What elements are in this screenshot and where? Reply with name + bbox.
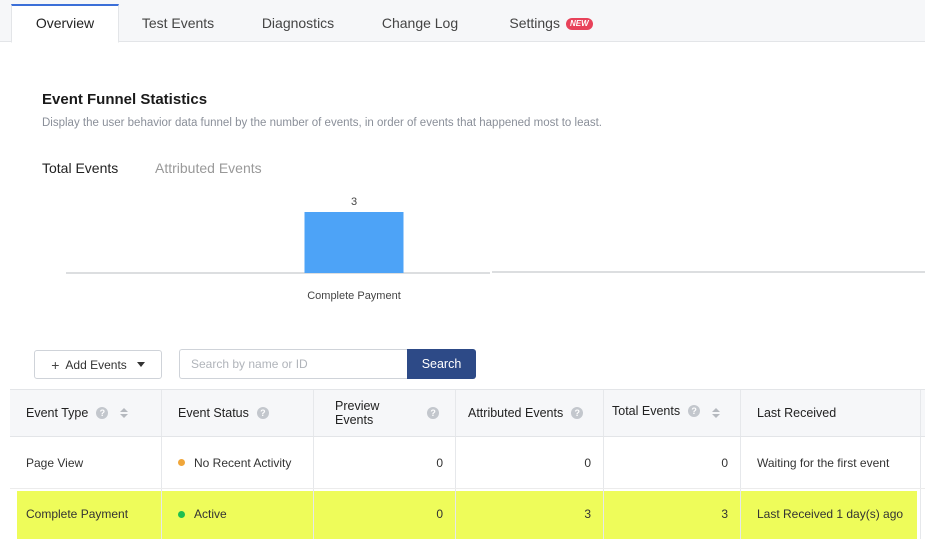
help-icon[interactable]: ? (571, 407, 584, 419)
col-total-events[interactable]: Total Events ? (604, 390, 741, 436)
cell-event-status: Active (162, 489, 314, 539)
new-badge: NEW (565, 18, 593, 30)
search-input[interactable] (179, 349, 408, 379)
col-label: Event Type (26, 406, 89, 420)
add-events-label: Add Events (65, 357, 127, 372)
help-icon[interactable]: ? (688, 405, 701, 417)
help-icon[interactable]: ? (427, 407, 439, 419)
tab-bar: Overview Test Events Diagnostics Change … (0, 0, 925, 43)
table-row[interactable]: Page View No Recent Activity 0 0 0 Waiti… (10, 437, 925, 489)
col-preview-events: Preview Events ? (314, 390, 456, 436)
page-subtitle: Display the user behavior data funnel by… (42, 117, 603, 129)
cell-total-events: 3 (604, 489, 741, 539)
help-icon[interactable]: ? (256, 407, 269, 419)
status-label: No Recent Activity (194, 455, 292, 470)
table-header: Event Type ? Event Status ? Preview Even… (10, 389, 925, 437)
col-event-type[interactable]: Event Type ? (10, 390, 162, 436)
chart-bar-complete-payment[interactable] (304, 212, 404, 273)
funnel-chart: 3 Complete Payment (66, 196, 925, 302)
tab-test-events[interactable]: Test Events (124, 4, 232, 42)
col-event-status: Event Status ? (162, 390, 314, 436)
col-label: Attributed Events (468, 406, 564, 420)
col-label: Total Events (612, 404, 681, 418)
subtab-attributed-events[interactable]: Attributed Events (155, 160, 262, 176)
caret-down-icon (136, 362, 145, 367)
chart-category-label: Complete Payment (307, 290, 401, 302)
status-label: Active (194, 507, 227, 521)
subtab-total-events[interactable]: Total Events (42, 160, 118, 176)
chart-data-label: 3 (351, 196, 357, 208)
cell-event-status: No Recent Activity (162, 437, 314, 488)
page-title: Event Funnel Statistics (42, 91, 208, 108)
col-label: Preview Events (335, 399, 380, 427)
cell-preview-events: 0 (314, 489, 456, 539)
cell-event-type: Page View (10, 437, 162, 488)
tab-overview[interactable]: Overview (11, 4, 119, 43)
tab-change-log[interactable]: Change Log (366, 4, 474, 42)
help-icon[interactable]: ? (96, 407, 109, 419)
cell-event-type: Complete Payment (10, 489, 162, 539)
cell-preview-events: 0 (314, 437, 456, 488)
col-attributed-events: Attributed Events ? (456, 390, 604, 436)
sort-icon[interactable] (712, 408, 721, 418)
status-dot (178, 510, 185, 518)
cell-attributed-events: 3 (456, 489, 604, 539)
table-row[interactable]: Complete Payment Active 0 3 3 Last Recei… (10, 489, 925, 539)
search-button[interactable]: Search (407, 349, 476, 379)
tab-diagnostics[interactable]: Diagnostics (244, 4, 352, 42)
sort-icon[interactable] (120, 408, 129, 418)
add-events-button[interactable]: + Add Events (34, 350, 162, 379)
status-dot (178, 459, 185, 466)
cell-total-events: 0 (604, 437, 741, 488)
cell-last-received: Last Received 1 day(s) ago (741, 489, 921, 539)
cell-last-received: Waiting for the first event (741, 437, 921, 488)
tab-settings[interactable]: Settings NEW (496, 4, 606, 42)
cell-attributed-events: 0 (456, 437, 604, 488)
col-label: Last Received (757, 406, 837, 420)
plus-icon: + (51, 356, 60, 373)
tab-settings-label: Settings (509, 15, 560, 31)
col-label: Event Status (178, 406, 249, 420)
col-last-received: Last Received (741, 390, 921, 436)
